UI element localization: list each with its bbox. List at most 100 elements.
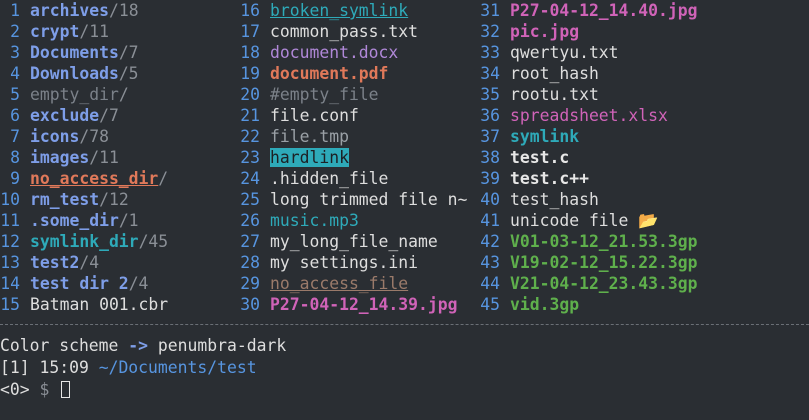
- entry-name: hardlink: [270, 148, 349, 167]
- entry-number: 35: [480, 85, 500, 104]
- list-item[interactable]: 41 unicode file 📂: [480, 210, 698, 231]
- list-item[interactable]: 26 music.mp3: [240, 210, 467, 231]
- entry-number: 19: [240, 64, 260, 83]
- list-item[interactable]: 10 rm_test/12: [0, 189, 168, 210]
- list-item[interactable]: 4 Downloads/5: [0, 63, 168, 84]
- color-scheme-line: Color scheme -> penumbra-dark: [0, 335, 286, 357]
- list-item[interactable]: 21 file.conf: [240, 105, 467, 126]
- entry-name: exclude: [30, 106, 100, 125]
- list-item[interactable]: 18 document.docx: [240, 42, 467, 63]
- list-item[interactable]: 20 #empty_file: [240, 84, 467, 105]
- entry-number: 29: [240, 274, 260, 293]
- entry-name: document.pdf: [270, 64, 389, 83]
- entry-number: 36: [480, 106, 500, 125]
- entry-number: 18: [240, 43, 260, 62]
- entry-count: /5: [118, 64, 139, 83]
- list-item[interactable]: 31 P27-04-12_14.40.jpg: [480, 0, 697, 21]
- entry-name: .hidden_file: [270, 169, 389, 188]
- list-item[interactable]: 16 broken_symlink: [240, 0, 467, 21]
- list-item[interactable]: 22 file.tmp: [240, 126, 467, 147]
- entry-number: 45: [480, 295, 500, 314]
- list-item[interactable]: 29 no_access_file: [240, 273, 467, 294]
- list-item[interactable]: 13 test2/4: [0, 252, 168, 273]
- list-item[interactable]: 11 .some_dir/1: [0, 210, 168, 231]
- entry-number: 44: [480, 274, 500, 293]
- list-item[interactable]: 19 document.pdf: [240, 63, 467, 84]
- arrow: ->: [128, 336, 149, 355]
- entry-name: unicode file 📂: [510, 211, 659, 230]
- entry-number: 3: [10, 43, 20, 62]
- entry-name: broken_symlink: [270, 1, 409, 20]
- list-item[interactable]: 25 long trimmed file n~: [240, 189, 467, 210]
- entry-number: 10: [0, 190, 20, 209]
- entry-name: rm_test: [30, 190, 100, 209]
- list-item[interactable]: 27 my_long_file_name: [240, 231, 467, 252]
- list-item[interactable]: 9 no_access_dir/: [0, 168, 168, 189]
- list-item[interactable]: 23 hardlink: [240, 147, 467, 168]
- entry-name: test_hash: [510, 190, 599, 209]
- entry-name: my_long_file_name: [270, 232, 438, 251]
- entry-name: vid.3gp: [510, 295, 580, 314]
- entry-number: 31: [480, 1, 500, 20]
- list-item[interactable]: 39 test.c++: [480, 168, 698, 189]
- entry-name: empty_dir: [30, 85, 119, 104]
- list-item[interactable]: 45 vid.3gp: [480, 294, 698, 315]
- entry-number: 13: [0, 253, 20, 272]
- list-item[interactable]: 42 V01-03-12_21.53.3gp: [480, 231, 698, 252]
- list-item[interactable]: 43 V19-02-12_15.22.3gp: [480, 252, 697, 273]
- entry-name: icons: [30, 127, 80, 146]
- entry-count: /7: [118, 43, 139, 62]
- list-item[interactable]: 35 rootu.txt: [480, 84, 698, 105]
- clock: 15:09: [39, 358, 89, 377]
- entry-name: root_hash: [510, 64, 599, 83]
- entry-number: 12: [0, 232, 20, 251]
- list-item[interactable]: 14 test dir 2/4: [0, 273, 168, 294]
- entry-name: document.docx: [270, 43, 399, 62]
- list-item[interactable]: 3 Documents/7: [0, 42, 168, 63]
- list-item[interactable]: 32 pic.jpg: [480, 21, 698, 42]
- list-item[interactable]: 44 V21-04-12_23.43.3gp: [480, 273, 697, 294]
- list-item[interactable]: 40 test_hash: [480, 189, 698, 210]
- list-item[interactable]: 2 crypt/11: [0, 21, 168, 42]
- text-cursor[interactable]: [61, 381, 71, 398]
- entry-count: /1: [118, 211, 139, 230]
- list-item[interactable]: 15 Batman 001.cbr: [0, 294, 168, 315]
- list-item[interactable]: 28 my settings.ini: [240, 252, 467, 273]
- entry-name: Batman 001.cbr: [30, 295, 169, 314]
- entry-count: /11: [89, 148, 119, 167]
- list-item[interactable]: 36 spreadsheet.xlsx: [480, 105, 698, 126]
- entry-name: V01-03-12_21.53.3gp: [510, 232, 698, 251]
- entry-number: 24: [240, 169, 260, 188]
- entry-number: 1: [10, 1, 20, 20]
- list-item[interactable]: 24 .hidden_file: [240, 168, 467, 189]
- list-item[interactable]: 12 symlink_dir/45: [0, 231, 168, 252]
- list-item[interactable]: 1 archives/18: [0, 0, 168, 21]
- entry-number: 8: [10, 148, 20, 167]
- entry-count: /7: [99, 106, 119, 125]
- entry-number: 4: [10, 64, 20, 83]
- entry-name: test dir 2: [30, 274, 129, 293]
- list-item[interactable]: 5 empty_dir/: [0, 84, 168, 105]
- list-item[interactable]: 6 exclude/7: [0, 105, 168, 126]
- entry-name: Downloads: [30, 64, 119, 83]
- entry-number: 32: [480, 22, 500, 41]
- list-item[interactable]: 7 icons/78: [0, 126, 168, 147]
- list-item[interactable]: 37 symlink: [480, 126, 698, 147]
- list-item[interactable]: 34 root_hash: [480, 63, 698, 84]
- entry-name: file.conf: [270, 106, 359, 125]
- entry-number: 37: [480, 127, 500, 146]
- entry-name: long trimmed file n~: [270, 190, 468, 209]
- list-item[interactable]: 17 common_pass.txt: [240, 21, 467, 42]
- context-line: [1] 15:09 ~/Documents/test: [0, 357, 286, 379]
- list-item[interactable]: 8 images/11: [0, 147, 168, 168]
- listing-column-1: 1 archives/18 2 crypt/11 3 Documents/7 4 Downlo…: [0, 0, 168, 315]
- prompt-line[interactable]: <0> $: [0, 379, 286, 401]
- entry-number: 38: [480, 148, 500, 167]
- list-item[interactable]: 33 qwertyu.txt: [480, 42, 698, 63]
- entry-number: 34: [480, 64, 500, 83]
- status-footer: Color scheme -> penumbra-dark [1] 15:09 …: [0, 335, 286, 401]
- list-item[interactable]: 38 test.c: [480, 147, 698, 168]
- divider: [0, 324, 809, 325]
- entry-number: 30: [240, 295, 260, 314]
- list-item[interactable]: 30 P27-04-12_14.39.jpg: [240, 294, 467, 315]
